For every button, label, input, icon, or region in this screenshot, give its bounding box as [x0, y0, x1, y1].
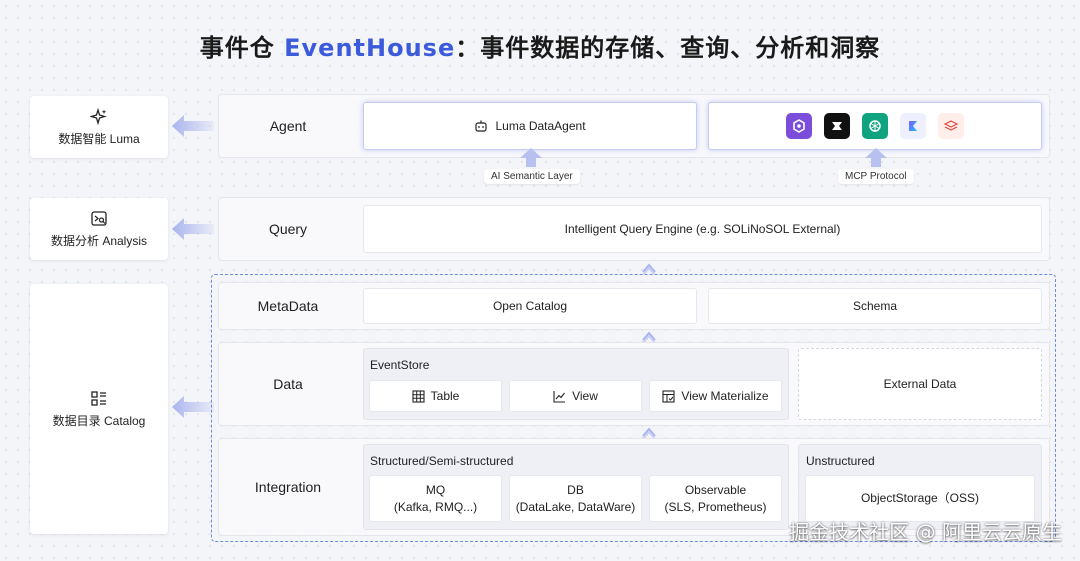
- db-title: DB: [567, 482, 584, 497]
- view-materialize-box: View Materialize: [649, 380, 782, 412]
- row-label-agent: Agent: [269, 118, 307, 134]
- object-storage-box: ObjectStorage（OSS): [805, 475, 1035, 522]
- luma-dataagent-box: Luma DataAgent: [363, 102, 697, 150]
- observable-box: Observable (SLS, Prometheus): [649, 475, 782, 522]
- external-data-box: External Data: [798, 348, 1042, 420]
- semantic-layer-pill: AI Semantic Layer: [484, 169, 580, 184]
- db-detail: (DataLake, DataWare): [515, 499, 636, 514]
- mq-detail: (Kafka, RMQ...): [393, 499, 478, 514]
- mcp-protocol-pill: MCP Protocol: [838, 169, 914, 184]
- arrow-left-icon: [172, 396, 214, 418]
- luma-label: 数据智能 Luma: [58, 131, 140, 146]
- chevron-up-icon: [642, 263, 656, 274]
- open-catalog-box: Open Catalog: [363, 288, 697, 324]
- query-engine-box: Intelligent Query Engine (e.g. SOLiNoSOL…: [363, 205, 1042, 253]
- black-logo-icon: [824, 113, 850, 139]
- layers-logo-icon: [938, 113, 964, 139]
- analysis-label: 数据分析 Analysis: [50, 233, 148, 248]
- catalog-card: 数据目录 Catalog: [30, 284, 168, 534]
- observable-title: Observable: [684, 482, 747, 497]
- page-title: 事件仓 EventHouse：事件数据的存储、查询、分析和洞察: [199, 34, 881, 62]
- row-label-data: Data: [273, 376, 303, 392]
- eventstore-label: EventStore: [370, 358, 430, 372]
- table-icon: [412, 389, 425, 403]
- openai-logo-icon: [862, 113, 888, 139]
- luma-card: 数据智能 Luma: [30, 96, 168, 158]
- chevron-up-icon: [642, 427, 656, 438]
- analysis-card: 数据分析 Analysis: [30, 198, 168, 260]
- watermark: 掘金技术社区 @ 阿里云云原生: [789, 520, 1062, 544]
- materialize-icon: [662, 389, 675, 403]
- gradient-logo-icon: [900, 113, 926, 139]
- luma-dataagent-label: Luma DataAgent: [495, 118, 586, 133]
- mq-box: MQ (Kafka, RMQ...): [369, 475, 502, 522]
- mq-title: MQ: [425, 482, 446, 497]
- db-box: DB (DataLake, DataWare): [509, 475, 642, 522]
- row-label-metadata: MetaData: [257, 298, 319, 314]
- catalog-icon: [90, 390, 108, 408]
- row-label-integration: Integration: [254, 479, 322, 495]
- analysis-icon: [90, 210, 108, 228]
- row-label-query: Query: [268, 221, 308, 237]
- view-materialize-label: View Materialize: [681, 388, 769, 403]
- table-box: Table: [369, 380, 502, 412]
- purple-logo-icon: [786, 113, 812, 139]
- chevron-up-icon: [642, 331, 656, 342]
- robot-icon: [474, 119, 488, 133]
- view-box: View: [509, 380, 642, 412]
- unstructured-label: Unstructured: [806, 454, 875, 468]
- observable-detail: (SLS, Prometheus): [664, 499, 767, 514]
- mcp-logos-box: [708, 102, 1042, 150]
- schema-box: Schema: [708, 288, 1042, 324]
- structured-label: Structured/Semi-structured: [370, 454, 514, 468]
- line-chart-icon: [553, 390, 566, 403]
- catalog-label: 数据目录 Catalog: [52, 413, 146, 428]
- arrow-left-icon: [172, 218, 214, 240]
- sparkle-icon: [90, 107, 108, 126]
- view-label: View: [572, 388, 598, 403]
- arrow-up-icon: [865, 148, 887, 167]
- arrow-up-icon: [520, 148, 542, 167]
- arrow-left-icon: [172, 115, 214, 137]
- table-label: Table: [430, 388, 460, 403]
